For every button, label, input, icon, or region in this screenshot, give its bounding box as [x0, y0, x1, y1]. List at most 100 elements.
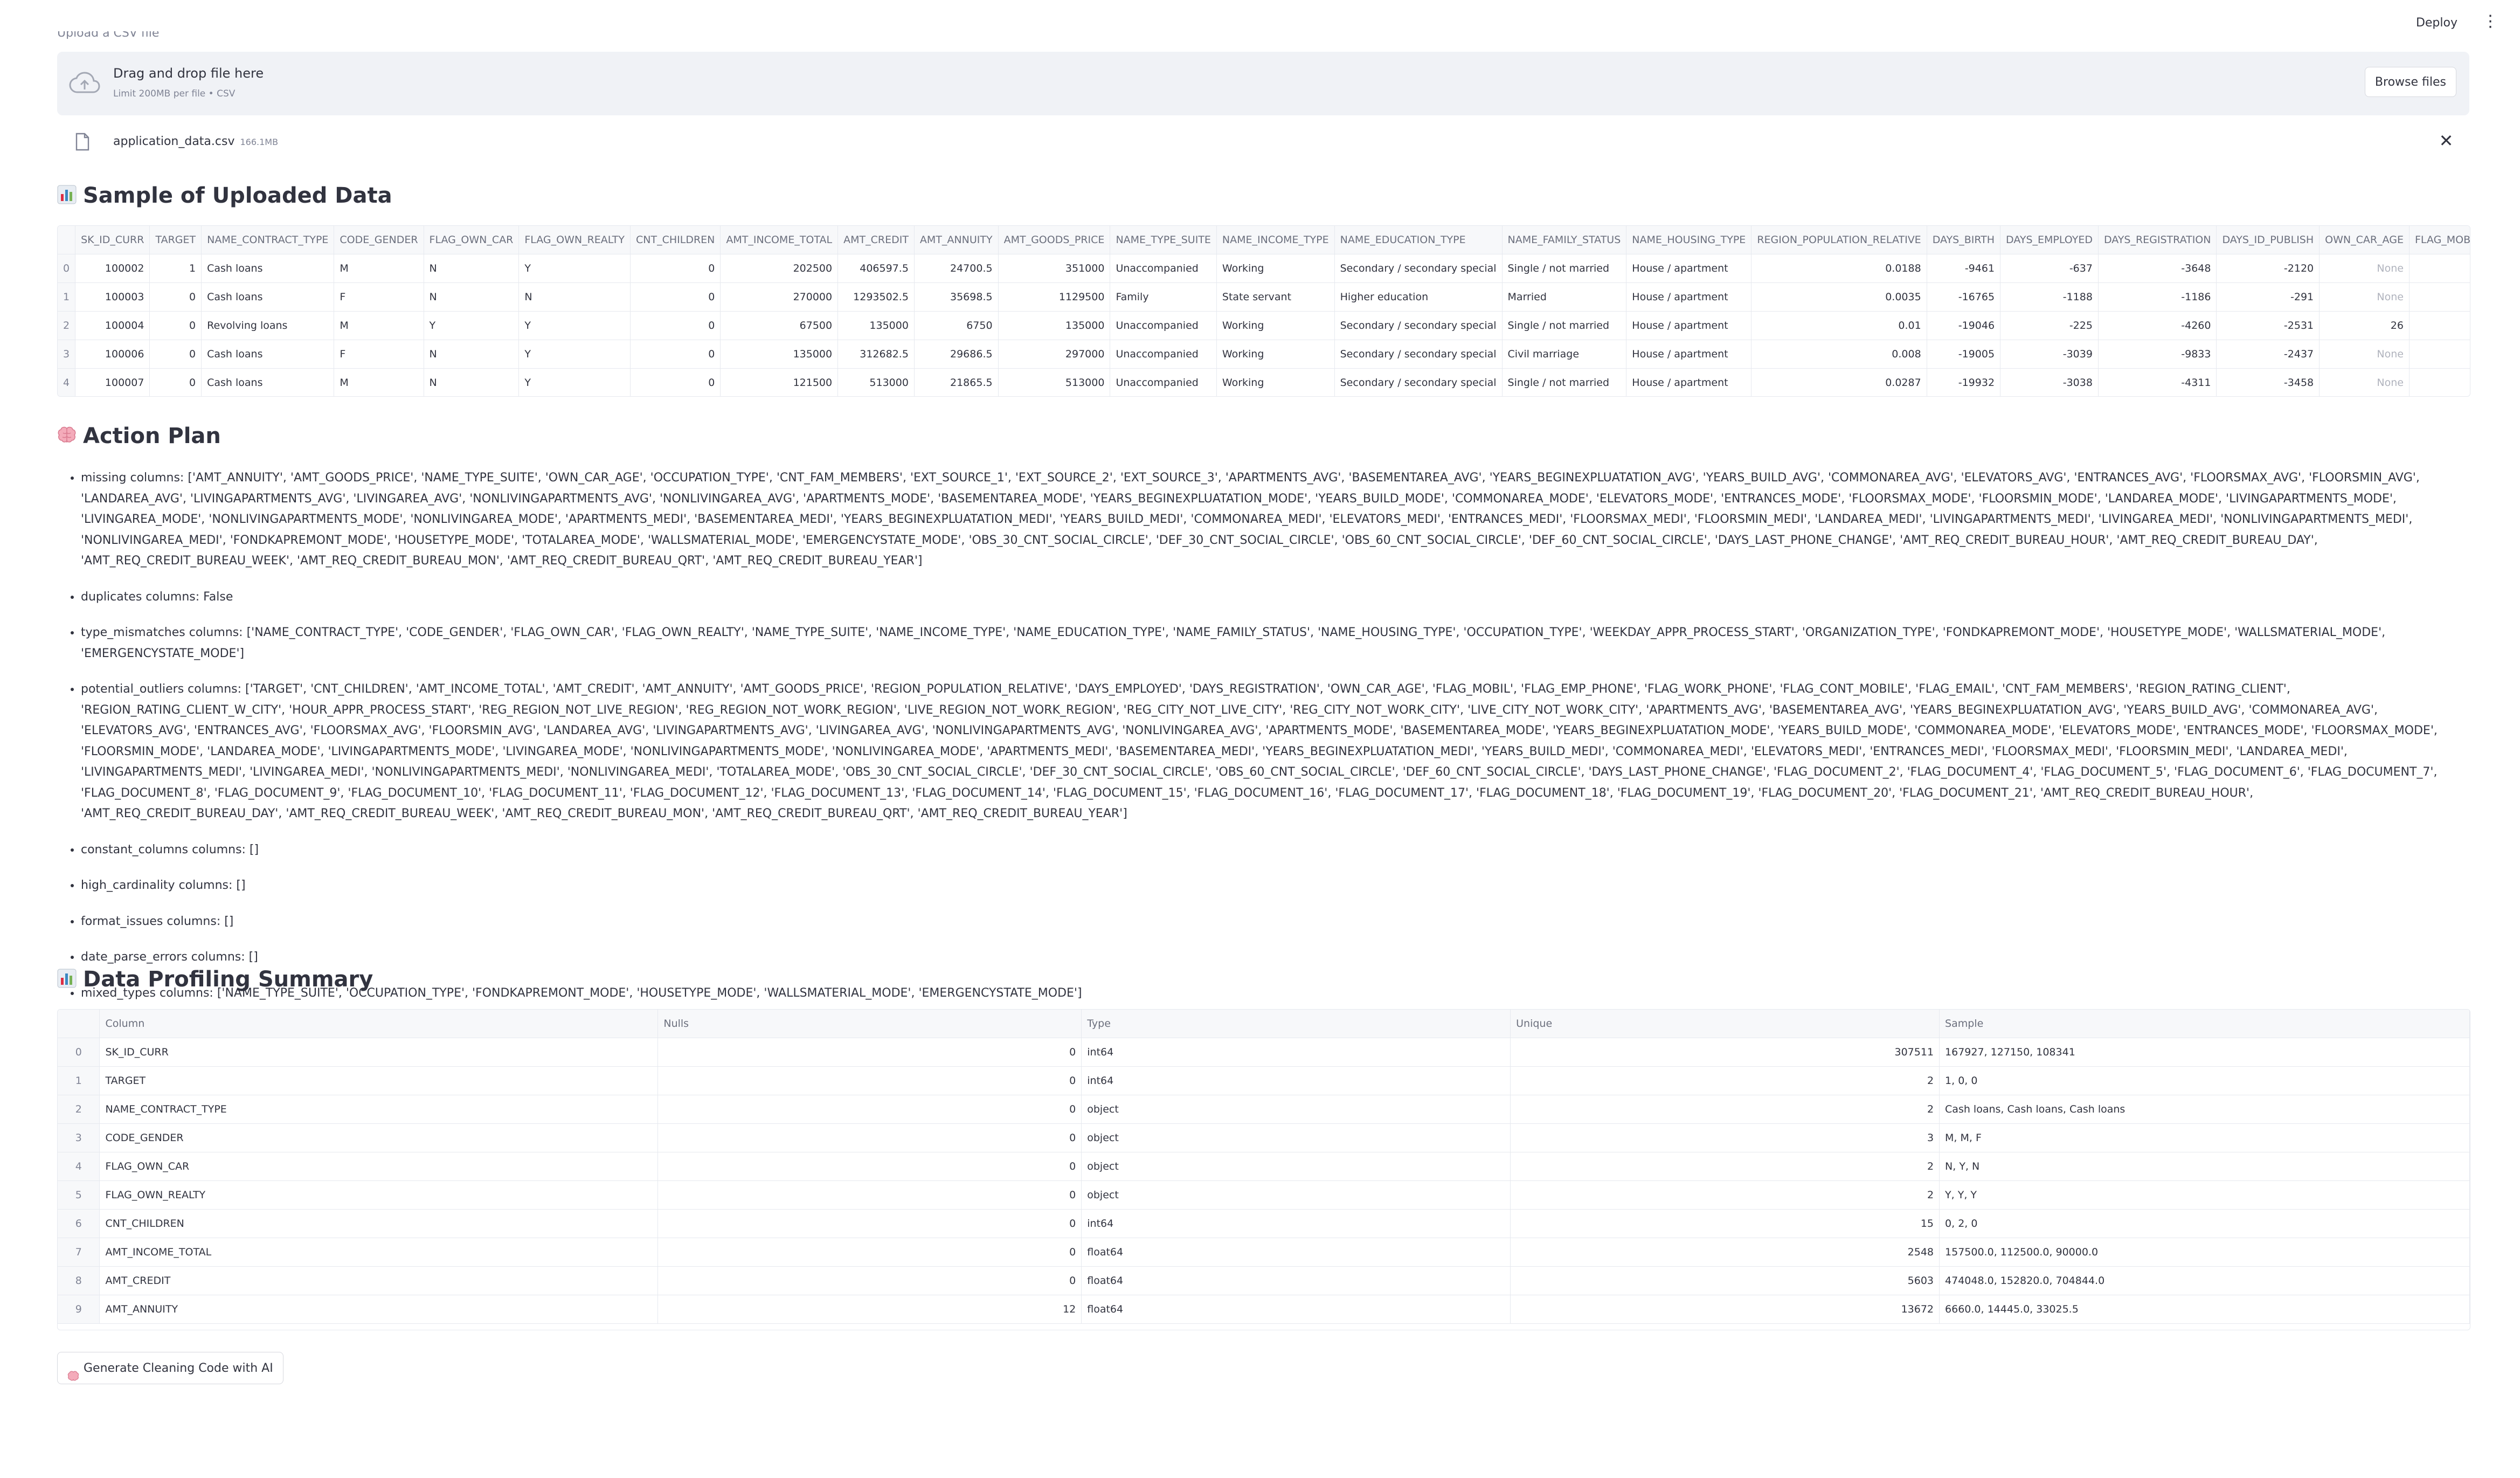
table-row[interactable]: 2 NAME_CONTRACT_TYPE 0 object 2 Cash loans, C… — [58, 1095, 2470, 1124]
table-row[interactable]: 5 FLAG_OWN_REALTY 0 object 2 Y, Y, Y — [58, 1180, 2470, 1210]
table-cell[interactable]: CNT_CHILDREN — [99, 1209, 659, 1238]
table-cell[interactable]: 2 — [1510, 1066, 1940, 1095]
deploy-button[interactable]: Deploy — [2410, 12, 2464, 34]
table-row[interactable]: 3 CODE_GENDER 0 object 3 M, M, F — [58, 1123, 2470, 1152]
table-cell[interactable]: F — [334, 340, 424, 369]
table-cell[interactable]: 1 — [2409, 340, 2470, 369]
table-cell[interactable]: Working — [1216, 368, 1335, 396]
table-cell[interactable]: None — [2319, 282, 2410, 312]
table-cell[interactable]: 0 — [657, 1209, 1082, 1238]
table-row[interactable]: 4 100007 0 Cash loans M N Y 0 121500 513000 21865.… — [58, 368, 2470, 396]
table-row[interactable]: 7 AMT_INCOME_TOTAL 0 float64 2548 157500.0, 1… — [58, 1238, 2470, 1267]
table-cell[interactable]: 1 — [2409, 368, 2470, 396]
table-cell[interactable]: 5603 — [1510, 1266, 1940, 1295]
table-cell[interactable]: 0.01 — [1751, 311, 1927, 340]
table-cell[interactable]: N — [518, 282, 631, 312]
column-header[interactable]: Type — [1081, 1010, 1511, 1038]
table-row[interactable]: 0 100002 1 Cash loans M N Y 0 202500 406597.5 2470… — [58, 254, 2470, 283]
table-cell[interactable]: 1293502.5 — [837, 282, 915, 312]
table-cell[interactable]: None — [2319, 340, 2410, 369]
table-cell[interactable]: int64 — [1081, 1038, 1511, 1067]
column-header[interactable]: SK_ID_CURR — [75, 226, 150, 254]
table-cell[interactable]: None — [2319, 254, 2410, 283]
table-cell[interactable]: 270000 — [720, 282, 839, 312]
table-cell[interactable]: -19932 — [1927, 368, 2001, 396]
table-cell[interactable]: 307511 — [1510, 1038, 1940, 1067]
table-row[interactable]: 8 AMT_CREDIT 0 float64 5603 474048.0, 152820.… — [58, 1266, 2470, 1295]
table-cell[interactable]: TARGET — [99, 1066, 659, 1095]
table-cell[interactable]: -3458 — [2216, 368, 2320, 396]
table-cell[interactable]: -4260 — [2098, 311, 2217, 340]
table-cell[interactable]: -3039 — [2000, 340, 2099, 369]
table-row[interactable]: 0 SK_ID_CURR 0 int64 307511 167927, 127150, 1… — [58, 1038, 2470, 1067]
table-cell[interactable]: Working — [1216, 311, 1335, 340]
table-cell[interactable]: Y, Y, Y — [1939, 1180, 2470, 1210]
column-header[interactable]: FLAG_MOBIL — [2409, 226, 2470, 254]
table-cell[interactable]: N — [424, 340, 520, 369]
table-cell[interactable]: 513000 — [998, 368, 1111, 396]
table-cell[interactable]: M — [334, 368, 424, 396]
table-cell[interactable]: 24700.5 — [914, 254, 999, 283]
table-cell[interactable]: -2531 — [2216, 311, 2320, 340]
table-cell[interactable]: Cash loans, Cash loans, Cash loans — [1939, 1095, 2470, 1124]
table-cell[interactable]: 121500 — [720, 368, 839, 396]
table-cell[interactable]: Married — [1502, 282, 1627, 312]
table-row[interactable]: 2 100004 0 Revolving loans M Y Y 0 67500 135000 67… — [58, 311, 2470, 340]
table-cell[interactable]: 135000 — [720, 340, 839, 369]
table-cell[interactable]: 100004 — [75, 311, 150, 340]
table-cell[interactable]: float64 — [1081, 1238, 1511, 1267]
table-cell[interactable]: 312682.5 — [837, 340, 915, 369]
table-cell[interactable]: AMT_INCOME_TOTAL — [99, 1238, 659, 1267]
table-cell[interactable]: -3648 — [2098, 254, 2217, 283]
table-row[interactable]: 1 TARGET 0 int64 2 1, 0, 0 — [58, 1066, 2470, 1095]
table-cell[interactable]: N, Y, N — [1939, 1152, 2470, 1181]
column-header[interactable]: NAME_EDUCATION_TYPE — [1334, 226, 1503, 254]
column-header[interactable]: AMT_CREDIT — [837, 226, 915, 254]
column-header[interactable]: FLAG_OWN_CAR — [424, 226, 520, 254]
table-cell[interactable]: -291 — [2216, 282, 2320, 312]
table-cell[interactable]: -19046 — [1927, 311, 2001, 340]
column-header[interactable]: DAYS_ID_PUBLISH — [2216, 226, 2320, 254]
column-header[interactable]: NAME_TYPE_SUITE — [1110, 226, 1217, 254]
table-cell[interactable]: object — [1081, 1095, 1511, 1124]
column-header[interactable]: DAYS_REGISTRATION — [2098, 226, 2217, 254]
table-cell[interactable]: 0 — [630, 368, 721, 396]
table-cell[interactable]: Secondary / secondary special — [1334, 368, 1503, 396]
column-header[interactable]: DAYS_BIRTH — [1927, 226, 2001, 254]
table-row[interactable]: 9 AMT_ANNUITY 12 float64 13672 6660.0, 14445.… — [58, 1295, 2470, 1324]
column-header[interactable]: Column — [99, 1010, 659, 1038]
table-cell[interactable]: House / apartment — [1626, 340, 1752, 369]
sample-dataframe[interactable]: SK_ID_CURR TARGET NAME_CONTRACT_TYPE CODE_G… — [57, 225, 2470, 397]
table-cell[interactable]: N — [424, 254, 520, 283]
table-cell[interactable]: Unaccompanied — [1110, 311, 1217, 340]
table-cell[interactable]: object — [1081, 1152, 1511, 1181]
column-header[interactable]: OWN_CAR_AGE — [2319, 226, 2410, 254]
column-header[interactable]: Sample — [1939, 1010, 2470, 1038]
table-cell[interactable]: 0.0035 — [1751, 282, 1927, 312]
table-cell[interactable]: FLAG_OWN_CAR — [99, 1152, 659, 1181]
column-header[interactable]: AMT_INCOME_TOTAL — [720, 226, 839, 254]
table-row[interactable]: 6 CNT_CHILDREN 0 int64 15 0, 2, 0 — [58, 1209, 2470, 1238]
table-cell[interactable]: 135000 — [998, 311, 1111, 340]
table-cell[interactable]: Y — [424, 311, 520, 340]
generate-cleaning-code-button[interactable]: Generate Cleaning Code with AI — [57, 1352, 283, 1384]
table-cell[interactable]: Unaccompanied — [1110, 340, 1217, 369]
profiling-dataframe[interactable]: Column Nulls Type Unique Sample 0 SK_ID_CURR 0… — [57, 1009, 2470, 1330]
remove-file-icon[interactable]: ✕ — [2438, 130, 2454, 151]
table-cell[interactable]: Y — [518, 368, 631, 396]
table-cell[interactable]: 21865.5 — [914, 368, 999, 396]
table-cell[interactable]: Y — [518, 311, 631, 340]
table-cell[interactable]: -1186 — [2098, 282, 2217, 312]
table-cell[interactable]: SK_ID_CURR — [99, 1038, 659, 1067]
table-cell[interactable]: -4311 — [2098, 368, 2217, 396]
table-cell[interactable]: Single / not married — [1502, 254, 1627, 283]
table-cell[interactable]: 0.0188 — [1751, 254, 1927, 283]
table-cell[interactable]: Y — [518, 254, 631, 283]
table-cell[interactable]: 100003 — [75, 282, 150, 312]
file-dropzone[interactable]: Drag and drop file here Limit 200MB per … — [57, 52, 2469, 115]
table-cell[interactable]: M, M, F — [1939, 1123, 2470, 1152]
table-cell[interactable]: 100002 — [75, 254, 150, 283]
table-cell[interactable]: House / apartment — [1626, 254, 1752, 283]
table-cell[interactable]: None — [2319, 368, 2410, 396]
table-cell[interactable]: float64 — [1081, 1295, 1511, 1324]
